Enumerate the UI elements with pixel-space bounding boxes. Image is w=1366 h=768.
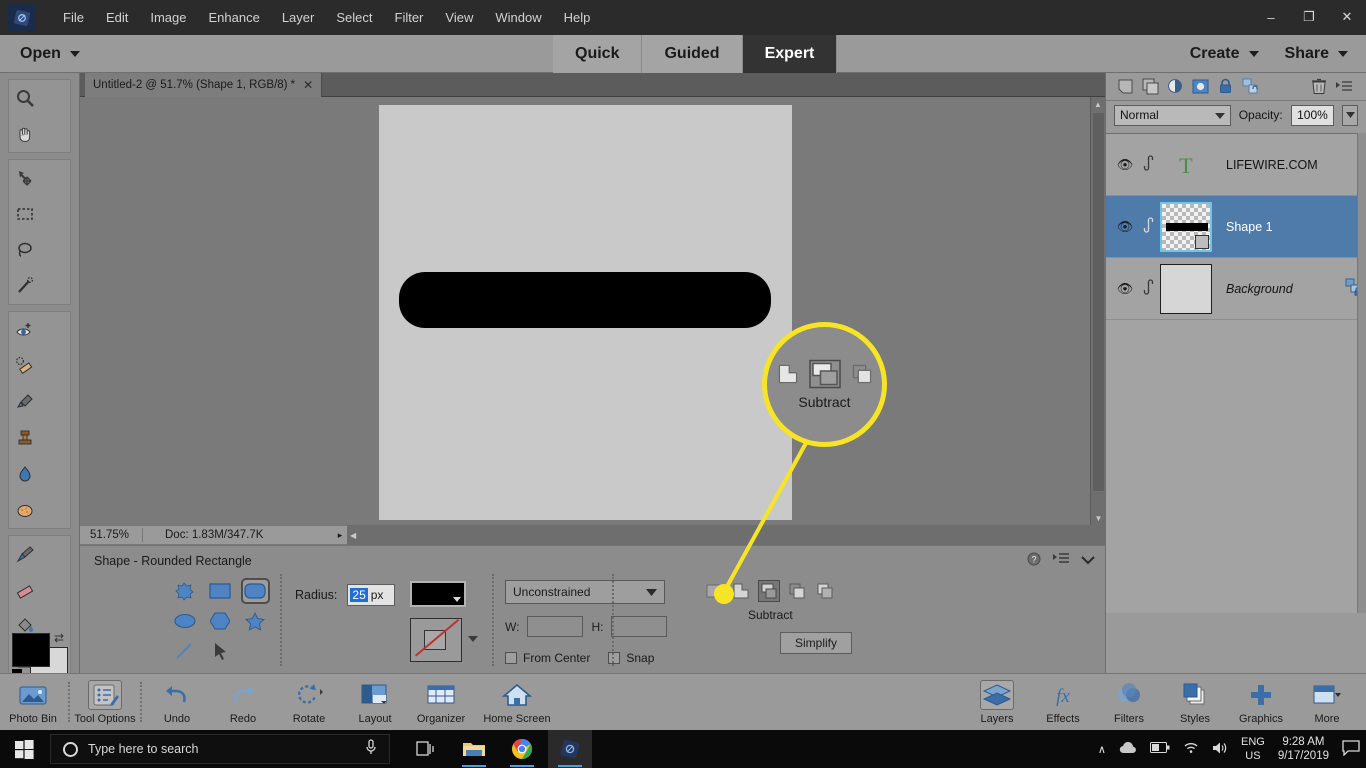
callout-label: Subtract xyxy=(798,394,851,410)
add-to-shape-area-icon xyxy=(778,364,797,384)
subtract-from-shape-area-icon xyxy=(808,359,841,389)
callout-icons xyxy=(777,359,873,389)
callout-anchor-dot xyxy=(714,584,734,604)
callout-leader-line xyxy=(722,442,808,593)
intersect-shape-areas-icon xyxy=(852,364,871,384)
callout-magnifier: Subtract xyxy=(762,322,887,447)
photoshop-elements-window: File Edit Image Enhance Layer Select Fil… xyxy=(0,0,1366,768)
